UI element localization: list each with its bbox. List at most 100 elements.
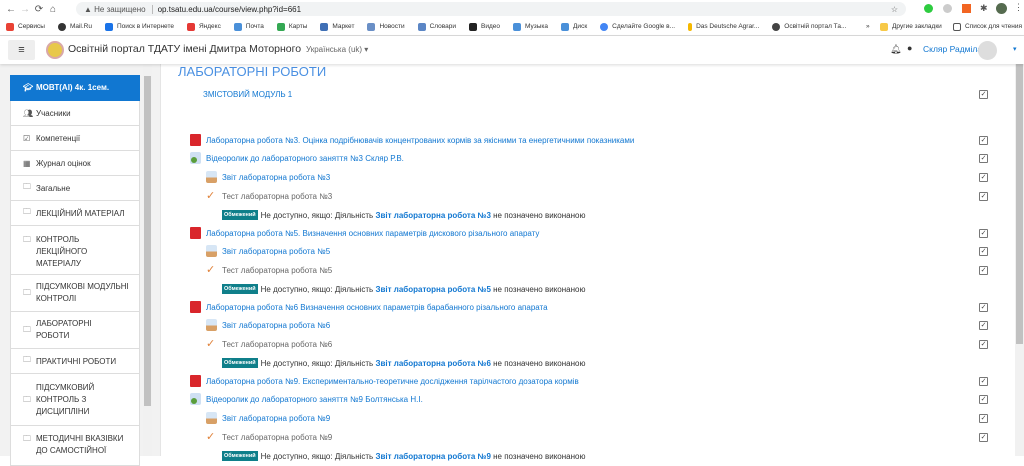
page-scrollbar-thumb[interactable] <box>1016 64 1023 344</box>
sidebar-item-grades[interactable]: ▦ Журнал оцінок <box>10 151 140 176</box>
completion-checkbox[interactable]: ✓ <box>979 303 988 312</box>
bookmark[interactable]: Освітній портал Та... <box>772 22 846 31</box>
completion-checkbox[interactable]: ✓ <box>979 377 988 386</box>
activity-pdf[interactable]: Лабораторна робота №5. Визначення основн… <box>190 227 539 239</box>
sidebar-item-lecture-control[interactable]: 🗀︎ КОНТРОЛЬ ЛЕКЦІЙНОГО МАТЕРІАЛУ <box>10 226 140 275</box>
completion-checkbox[interactable]: ✓ <box>979 229 988 238</box>
activity-label: Тест лабораторна робота №3 <box>222 191 333 201</box>
activity-label: Лабораторна робота №9. Експериментально-… <box>206 376 579 386</box>
activity-quiz[interactable]: ✓ Тест лабораторна робота №5 <box>206 264 332 276</box>
star-icon[interactable]: ☆ <box>891 5 898 14</box>
bookmark[interactable]: Яндекс <box>186 22 221 31</box>
activity-quiz[interactable]: ✓ Тест лабораторна робота №9 <box>206 431 332 443</box>
activity-assign[interactable]: Звіт лабораторна робота №9 <box>206 412 330 424</box>
activity-label: Тест лабораторна робота №6 <box>222 339 333 349</box>
other-bookmarks[interactable]: Другие закладки <box>880 22 942 31</box>
activity-assign[interactable]: Звіт лабораторна робота №3 <box>206 171 330 183</box>
bookmark[interactable]: Mail.Ru <box>57 22 92 31</box>
completion-checkbox[interactable]: ✓ <box>979 433 988 442</box>
more-bookmarks-icon[interactable]: » <box>866 23 870 30</box>
security-label: Не защищено <box>94 4 146 14</box>
sidebar-item-labs[interactable]: 🗀︎ ЛАБОРАТОРНІ РОБОТИ <box>10 312 140 349</box>
forward-icon[interactable]: → <box>18 4 32 15</box>
url-input[interactable]: ▲ Не защищено op.tsatu.edu.ua/course/vie… <box>76 2 906 16</box>
completion-checkbox[interactable]: ✓ <box>979 414 988 423</box>
restriction-activity-link[interactable]: Звіт лабораторна робота №9 <box>375 452 490 461</box>
pdf-icon <box>190 301 201 313</box>
puzzle-icon[interactable]: ✱ <box>980 3 988 14</box>
completion-checkbox[interactable]: ✓ <box>979 192 988 201</box>
bookmark[interactable]: Музыка <box>513 22 548 31</box>
sidebar-item-participants[interactable]: 👥︎ Учасники <box>10 101 140 126</box>
sc-extension-icon[interactable] <box>962 4 971 13</box>
profile-avatar[interactable] <box>996 3 1007 14</box>
sidebar-scrollbar-thumb[interactable] <box>144 76 151 406</box>
site-name[interactable]: Освітній портал ТДАТУ імені Дмитра Мотор… <box>68 43 301 55</box>
bookmark[interactable]: Сервисы <box>6 22 45 31</box>
folder-icon: 🗀︎ <box>23 235 31 244</box>
activity-pdf[interactable]: Лабораторна робота №6 Визначення основни… <box>190 301 548 313</box>
restriction-activity-link[interactable]: Звіт лабораторна робота №6 <box>375 359 490 368</box>
sidebar-item-general[interactable]: 🗀︎ Загальне <box>10 176 140 201</box>
activity-video[interactable]: Відеоролик до лабораторного заняття №9 Б… <box>190 393 423 405</box>
language-menu[interactable]: Українська (uk) ▾ <box>306 45 368 54</box>
site-logo[interactable] <box>46 41 64 59</box>
restriction-activity-link[interactable]: Звіт лабораторна робота №5 <box>375 285 490 294</box>
activity-pdf[interactable]: Лабораторна робота №9. Експериментально-… <box>190 375 579 387</box>
completion-checkbox[interactable]: ✓ <box>979 136 988 145</box>
sidebar-scrollbar[interactable] <box>143 64 152 456</box>
hamburger-menu-icon[interactable]: ≡ <box>8 40 35 60</box>
bookmark[interactable]: Новости <box>367 22 405 31</box>
bookmark[interactable]: Диск <box>561 22 587 31</box>
restriction-activity-link[interactable]: Звіт лабораторна робота №3 <box>375 211 490 220</box>
activity-assign[interactable]: Звіт лабораторна робота №5 <box>206 245 330 257</box>
activity-video[interactable]: Відеоролик до лабораторного заняття №3 С… <box>190 152 404 164</box>
user-avatar[interactable] <box>978 41 997 60</box>
bookmark-label: Mail.Ru <box>69 23 92 30</box>
bookmark[interactable]: Видео <box>469 22 500 31</box>
extension-icon[interactable] <box>924 4 933 13</box>
sidebar-item-guidelines[interactable]: 🗀︎ МЕТОДИЧНІ ВКАЗІВКИ ДО САМОСТІЙНОЇ <box>10 426 140 466</box>
bookmark-label: Das Deutsche Agrar... <box>696 23 760 30</box>
activity-quiz[interactable]: ✓ Тест лабораторна робота №3 <box>206 190 332 202</box>
completion-checkbox[interactable]: ✓ <box>979 173 988 182</box>
user-menu-caret-icon[interactable]: ▾ <box>1013 45 1017 53</box>
table-icon: ▦ <box>23 158 31 168</box>
address-bar-row: ← → ⟳ ⌂ ▲ Не защищено op.tsatu.edu.ua/co… <box>0 0 1024 18</box>
bookmark[interactable]: Карты <box>276 22 307 31</box>
reading-list[interactable]: Список для чтения <box>953 22 1022 31</box>
sidebar-item-module-control[interactable]: 🗀︎ ПІДСУМКОВІ МОДУЛЬНІ КОНТРОЛІ <box>10 275 140 312</box>
completion-checkbox[interactable]: ✓ <box>979 154 988 163</box>
bookmark[interactable]: Сделайте Google в... <box>600 22 675 31</box>
back-icon[interactable]: ← <box>4 4 18 15</box>
sidebar-item-final-control[interactable]: 🗀︎ ПІДСУМКОВИЙ КОНТРОЛЬ З ДИСЦИПЛІНИ <box>10 374 140 426</box>
menu-icon[interactable]: ⋮ <box>1014 2 1023 13</box>
home-icon[interactable]: ⌂ <box>46 4 60 15</box>
messages-icon[interactable]: ● <box>907 43 912 53</box>
page-scrollbar[interactable] <box>1015 64 1024 456</box>
activity-pdf[interactable]: Лабораторна робота №3. Оцінка подрібнюва… <box>190 134 634 146</box>
user-name[interactable]: Скляр Радміла <box>923 44 982 54</box>
bookmark[interactable]: Словари <box>417 22 456 31</box>
completion-checkbox[interactable]: ✓ <box>979 266 988 275</box>
completion-checkbox[interactable]: ✓ <box>979 395 988 404</box>
activity-assign[interactable]: Звіт лабораторна робота №6 <box>206 319 330 331</box>
sidebar-item-practical[interactable]: 🗀︎ ПРАКТИЧНІ РОБОТИ <box>10 349 140 374</box>
sidebar-item-competencies[interactable]: ☑ Компетенції <box>10 126 140 151</box>
activity-quiz[interactable]: ✓ Тест лабораторна робота №6 <box>206 338 332 350</box>
sidebar-course-home[interactable]: 🎓︎ МОВТ(АІ) 4к. 1сем. <box>10 75 140 101</box>
bookmark[interactable]: Поиск в Интернете <box>104 22 174 31</box>
reload-icon[interactable]: ⟳ <box>32 4 46 15</box>
bookmark[interactable]: Почта <box>233 22 264 31</box>
completion-checkbox[interactable]: ✓ <box>979 340 988 349</box>
bookmark[interactable]: Маркет <box>320 22 354 31</box>
completion-checkbox[interactable]: ✓ <box>979 247 988 256</box>
globe-icon[interactable] <box>943 4 952 13</box>
notifications-icon[interactable]: 🔔︎ <box>890 44 901 55</box>
module-title[interactable]: ЗМІСТОВИЙ МОДУЛЬ 1 <box>203 90 292 99</box>
completion-checkbox[interactable]: ✓ <box>979 90 988 99</box>
completion-checkbox[interactable]: ✓ <box>979 321 988 330</box>
sidebar-item-lectures[interactable]: 🗀︎ ЛЕКЦІЙНИЙ МАТЕРІАЛ <box>10 201 140 226</box>
sidebar-item-label: Загальне <box>36 183 71 193</box>
bookmark[interactable]: Das Deutsche Agrar... <box>688 22 760 31</box>
